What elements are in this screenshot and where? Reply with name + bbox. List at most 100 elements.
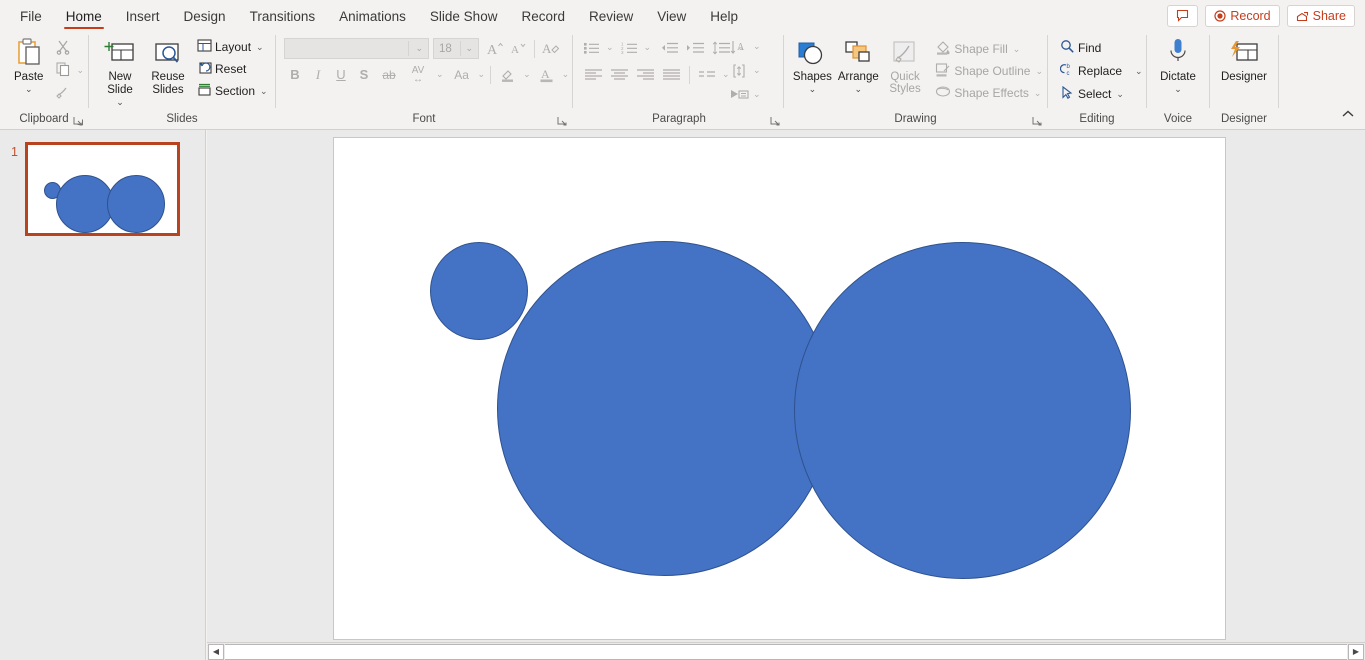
font-dialog-launcher[interactable] xyxy=(557,116,568,127)
quick-styles-button[interactable]: Quick Styles xyxy=(882,35,929,95)
chevron-down-icon[interactable]: ⌄ xyxy=(1013,44,1021,55)
chevron-down-icon[interactable]: ⌄ xyxy=(1174,85,1182,93)
shape-large-circle-left[interactable] xyxy=(497,241,832,576)
tab-animations[interactable]: Animations xyxy=(327,2,418,31)
chevron-down-icon[interactable]: ⌄ xyxy=(25,85,33,93)
change-case-button[interactable]: Aa xyxy=(449,64,475,85)
dictate-button[interactable]: Dictate ⌄ xyxy=(1152,35,1204,93)
tab-file[interactable]: File xyxy=(8,2,54,31)
align-text-button[interactable]: ⌄ xyxy=(727,60,761,81)
copy-button[interactable]: ⌄ xyxy=(51,59,88,81)
find-button[interactable]: Find xyxy=(1056,37,1147,59)
shape-outline-button[interactable]: Shape Outline ⌄ xyxy=(931,60,1047,82)
convert-to-smartart-button[interactable]: ⌄ xyxy=(727,84,761,105)
slides-thumbnail-pane[interactable]: 1 xyxy=(0,130,206,660)
chevron-down-icon[interactable]: ⌄ xyxy=(256,42,264,53)
shape-large-circle-right[interactable] xyxy=(794,242,1131,579)
layout-button[interactable]: Layout ⌄ xyxy=(193,36,272,58)
chevron-down-icon[interactable]: ⌄ xyxy=(460,41,475,56)
arrange-button[interactable]: Arrange ⌄ xyxy=(836,35,881,93)
italic-button[interactable]: I xyxy=(307,64,329,85)
collapse-ribbon-button[interactable] xyxy=(1341,106,1355,124)
replace-button[interactable]: bc Replace ⌄ xyxy=(1056,60,1147,82)
scroll-left-button[interactable]: ◀ xyxy=(208,644,224,660)
bullets-button[interactable] xyxy=(581,37,602,58)
comments-button[interactable] xyxy=(1167,5,1198,27)
font-color-button[interactable]: A xyxy=(535,64,559,85)
chevron-down-icon[interactable]: ⌄ xyxy=(644,42,652,53)
chevron-down-icon[interactable]: ⌄ xyxy=(606,42,614,53)
share-button[interactable]: Share xyxy=(1287,5,1355,27)
paste-button[interactable]: Paste ⌄ xyxy=(6,35,51,93)
chevron-down-icon[interactable]: ⌄ xyxy=(809,85,817,93)
decrease-indent-button[interactable] xyxy=(657,37,681,58)
thumbnail-list-item[interactable]: 1 xyxy=(8,142,180,236)
scrollbar-track[interactable] xyxy=(225,644,1347,660)
clear-formatting-button[interactable]: A xyxy=(540,38,562,59)
increase-font-size-button[interactable]: A xyxy=(484,38,506,59)
font-size-input[interactable]: 18 ⌄ xyxy=(433,38,479,59)
chevron-down-icon[interactable]: ⌄ xyxy=(478,69,486,80)
select-button[interactable]: Select ⌄ xyxy=(1056,83,1147,105)
align-right-button[interactable] xyxy=(633,64,657,85)
chevron-down-icon[interactable]: ⌄ xyxy=(523,69,531,80)
reset-button[interactable]: Reset xyxy=(193,58,272,80)
reuse-slides-button[interactable]: Reuse Slides xyxy=(145,35,191,97)
bold-button[interactable]: B xyxy=(284,64,306,85)
tab-design[interactable]: Design xyxy=(172,2,238,31)
chevron-down-icon[interactable]: ⌄ xyxy=(436,69,444,80)
tab-view[interactable]: View xyxy=(645,2,698,31)
chevron-down-icon[interactable]: ⌄ xyxy=(753,41,761,52)
text-direction-button[interactable]: A ⌄ xyxy=(727,36,761,57)
underline-button[interactable]: U xyxy=(330,64,352,85)
drawing-dialog-launcher[interactable] xyxy=(1032,116,1043,127)
decrease-font-size-button[interactable]: A xyxy=(507,38,529,59)
slide-editing-surface[interactable] xyxy=(333,137,1226,640)
format-painter-button[interactable] xyxy=(51,81,88,103)
shape-effects-button[interactable]: Shape Effects ⌄ xyxy=(931,82,1047,104)
chevron-down-icon[interactable]: ⌄ xyxy=(1116,89,1124,100)
scroll-right-button[interactable]: ▶ xyxy=(1348,644,1364,660)
chevron-down-icon[interactable]: ⌄ xyxy=(260,86,268,97)
align-left-button[interactable] xyxy=(581,64,605,85)
tab-transitions[interactable]: Transitions xyxy=(238,2,328,31)
align-center-button[interactable] xyxy=(607,64,631,85)
font-name-input[interactable]: ⌄ xyxy=(284,38,429,59)
chevron-down-icon[interactable]: ⌄ xyxy=(76,65,84,76)
section-button[interactable]: Section ⌄ xyxy=(193,80,272,102)
text-shadow-button[interactable]: S xyxy=(353,64,375,85)
tab-insert[interactable]: Insert xyxy=(114,2,172,31)
slide-canvas-area[interactable] xyxy=(207,130,1365,642)
chevron-down-icon[interactable]: ⌄ xyxy=(116,98,124,106)
tab-record[interactable]: Record xyxy=(509,2,577,31)
increase-indent-button[interactable] xyxy=(683,37,707,58)
text-highlight-color-button[interactable] xyxy=(496,64,520,85)
chevron-down-icon[interactable]: ⌄ xyxy=(408,41,425,56)
columns-button[interactable] xyxy=(696,64,718,85)
chevron-down-icon[interactable]: ⌄ xyxy=(562,69,570,80)
slide-thumbnail-1[interactable] xyxy=(25,142,180,236)
tab-help[interactable]: Help xyxy=(698,2,750,31)
new-slide-button[interactable]: New Slide ⌄ xyxy=(97,35,143,106)
shape-fill-button[interactable]: Shape Fill ⌄ xyxy=(931,38,1047,60)
tab-review[interactable]: Review xyxy=(577,2,645,31)
cut-button[interactable] xyxy=(51,37,88,59)
clipboard-dialog-launcher[interactable] xyxy=(73,116,84,127)
chevron-down-icon[interactable]: ⌄ xyxy=(753,89,761,100)
strikethrough-button[interactable]: ab xyxy=(376,64,402,85)
tab-slide-show[interactable]: Slide Show xyxy=(418,2,510,31)
designer-button[interactable]: Designer xyxy=(1215,35,1273,84)
horizontal-scrollbar[interactable]: ◀ ▶ xyxy=(207,642,1365,660)
shapes-button[interactable]: Shapes ⌄ xyxy=(790,35,835,93)
chevron-down-icon[interactable]: ⌄ xyxy=(1135,66,1143,77)
tab-home[interactable]: Home xyxy=(54,2,114,31)
chevron-down-icon[interactable]: ⌄ xyxy=(1035,66,1043,77)
chevron-down-icon[interactable]: ⌄ xyxy=(753,65,761,76)
chevron-down-icon[interactable]: ⌄ xyxy=(1034,88,1042,99)
record-button[interactable]: Record xyxy=(1205,5,1279,27)
numbering-button[interactable]: 123 xyxy=(619,37,640,58)
chevron-down-icon[interactable]: ⌄ xyxy=(855,85,863,93)
shape-small-circle[interactable] xyxy=(430,242,528,340)
justify-button[interactable] xyxy=(659,64,683,85)
character-spacing-button[interactable]: AV↔ xyxy=(403,64,433,85)
